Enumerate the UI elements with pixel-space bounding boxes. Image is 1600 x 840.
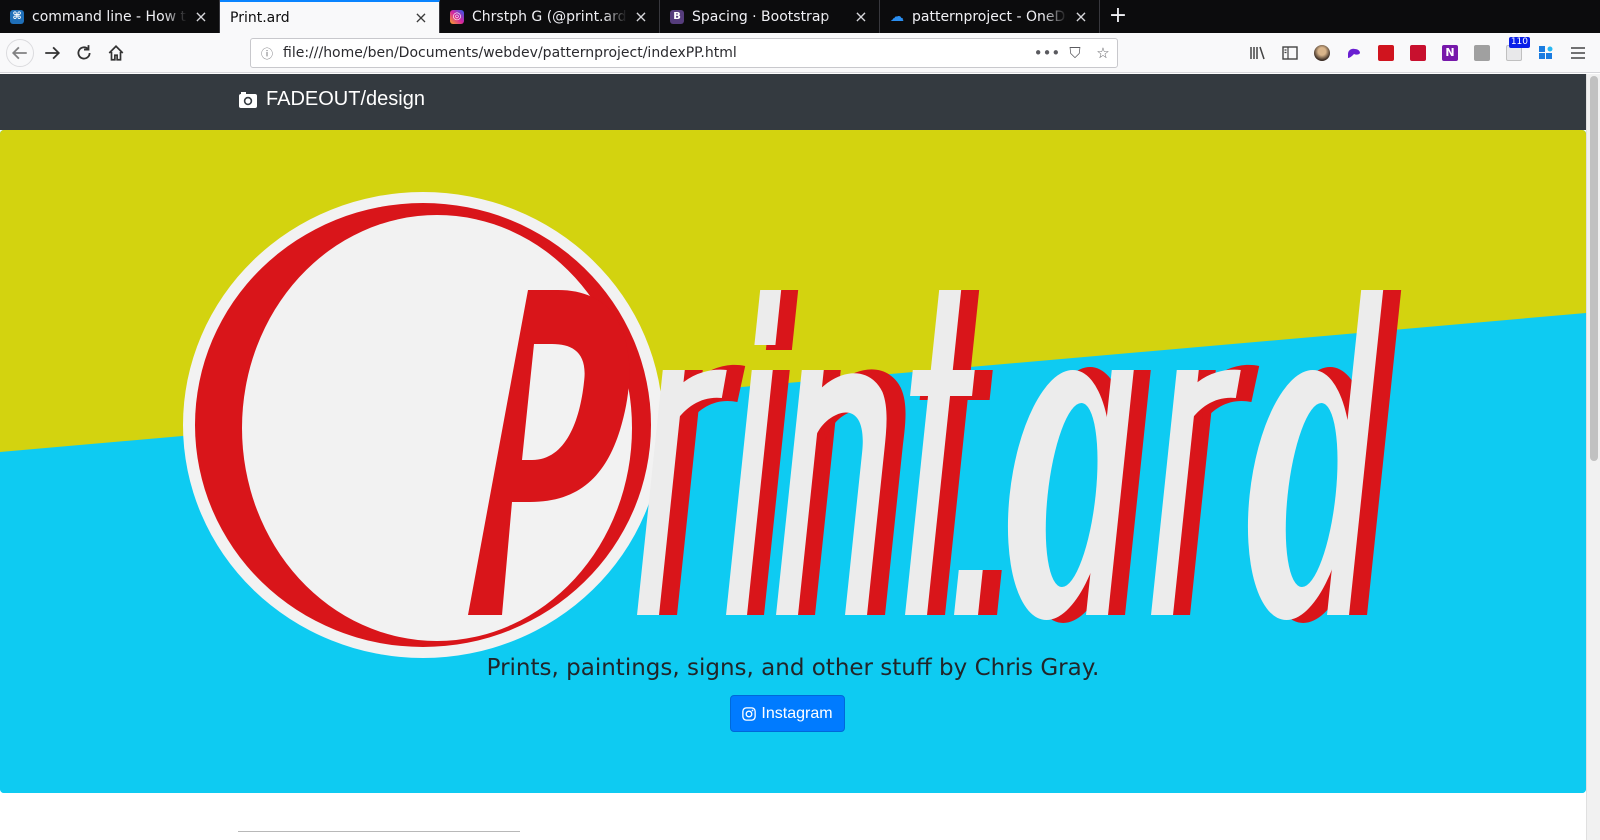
tab-instagram[interactable]: ◎ Chrstph G (@print.ard) • × (440, 0, 660, 33)
sidebar-button[interactable] (1274, 33, 1306, 73)
onedrive-favicon-icon: ☁ (890, 8, 904, 25)
avatar-icon (1314, 45, 1330, 61)
url-text[interactable]: file:///home/ben/Documents/webdev/patter… (279, 45, 1033, 61)
extension-grey-button[interactable] (1466, 33, 1498, 73)
page-actions-icon[interactable]: ••• (1033, 39, 1061, 67)
logo-wordmark (637, 290, 1402, 623)
tab-bootstrap-spacing[interactable]: B Spacing · Bootstrap × (660, 0, 880, 33)
back-button[interactable] (6, 38, 34, 67)
pen-tool-icon (1378, 45, 1394, 61)
instagram-button[interactable]: Instagram (730, 695, 845, 732)
tab-title: Spacing · Bootstrap (692, 8, 830, 25)
pocket-icon[interactable]: ⛉ (1061, 39, 1089, 67)
print-ard-logo (183, 192, 1402, 658)
instagram-favicon-icon: ◎ (450, 9, 464, 24)
extensions-grid-icon (1539, 46, 1553, 59)
hero-tagline: Prints, paintings, signs, and other stuf… (486, 655, 1100, 681)
hamburger-menu-icon (1571, 47, 1585, 59)
content-divider (238, 831, 520, 832)
brand-text: FADEOUT/design (266, 88, 425, 110)
stackexchange-favicon-icon: ⌘ (10, 9, 24, 24)
extension-avatar-button[interactable] (1306, 33, 1338, 73)
onenote-icon: N (1442, 45, 1458, 61)
tab-command-line[interactable]: ⌘ command line - How to c × (0, 0, 220, 33)
brain-icon (1348, 48, 1360, 58)
scrollbar-thumb[interactable] (1590, 76, 1598, 461)
extension-onenote-button[interactable]: N (1434, 33, 1466, 73)
site-navbar: FADEOUT/design (0, 74, 1586, 130)
extension-icon (1474, 45, 1490, 61)
home-icon (108, 44, 124, 61)
page-viewport: FADEOUT/design Prints, paintings, signs,… (0, 74, 1586, 840)
bootstrap-favicon-icon: B (670, 9, 684, 24)
close-tab-icon[interactable]: × (413, 9, 429, 26)
tab-print-ard[interactable]: Print.ard × (220, 0, 440, 33)
hero-jumbotron: Prints, paintings, signs, and other stuf… (0, 130, 1586, 793)
arrow-left-icon (11, 46, 27, 59)
reload-icon (77, 44, 91, 59)
instagram-button-label: Instagram (761, 704, 833, 722)
new-tab-button[interactable]: + (1100, 0, 1136, 33)
tab-onedrive[interactable]: ☁ patternproject - OneDriv × (880, 0, 1100, 33)
extension-mail-button[interactable]: 110 (1498, 33, 1530, 73)
reload-button[interactable] (70, 39, 98, 67)
instagram-icon (742, 706, 757, 721)
library-button[interactable] (1242, 33, 1274, 73)
close-tab-icon[interactable]: × (193, 8, 209, 25)
menu-button[interactable] (1562, 33, 1594, 73)
tab-title: command line - How to c (32, 8, 187, 25)
forward-button[interactable] (38, 39, 66, 67)
info-icon[interactable]: ⓘ (255, 45, 279, 62)
close-tab-icon[interactable]: × (633, 8, 649, 25)
address-bar[interactable]: ⓘ file:///home/ben/Documents/webdev/patt… (250, 38, 1118, 68)
home-button[interactable] (102, 39, 130, 67)
sidebar-icon (1282, 46, 1298, 60)
notification-badge: 110 (1508, 37, 1530, 48)
arrow-right-icon (45, 46, 61, 59)
close-tab-icon[interactable]: × (1073, 8, 1089, 25)
navbar-brand[interactable]: FADEOUT/design (238, 88, 425, 111)
close-tab-icon[interactable]: × (853, 8, 869, 25)
extension-lastpass-button[interactable] (1402, 33, 1434, 73)
library-icon (1250, 46, 1265, 60)
tab-strip: ⌘ command line - How to c × Print.ard × … (0, 0, 1600, 33)
camera-icon (239, 91, 257, 108)
tab-title: Chrstph G (@print.ard) • (472, 8, 627, 25)
bookmark-star-icon[interactable]: ☆ (1089, 39, 1117, 67)
extension-pen-button[interactable] (1370, 33, 1402, 73)
page-scrollbar[interactable] (1586, 74, 1600, 840)
tab-title: patternproject - OneDriv (912, 8, 1067, 25)
navigation-toolbar: ⓘ file:///home/ben/Documents/webdev/patt… (0, 33, 1600, 73)
extension-puzzle-button[interactable] (1530, 33, 1562, 73)
toolbar-right: N 110 (1242, 33, 1600, 73)
lastpass-icon (1410, 45, 1426, 61)
extension-brain-button[interactable] (1338, 33, 1370, 73)
tab-title: Print.ard (230, 9, 290, 26)
